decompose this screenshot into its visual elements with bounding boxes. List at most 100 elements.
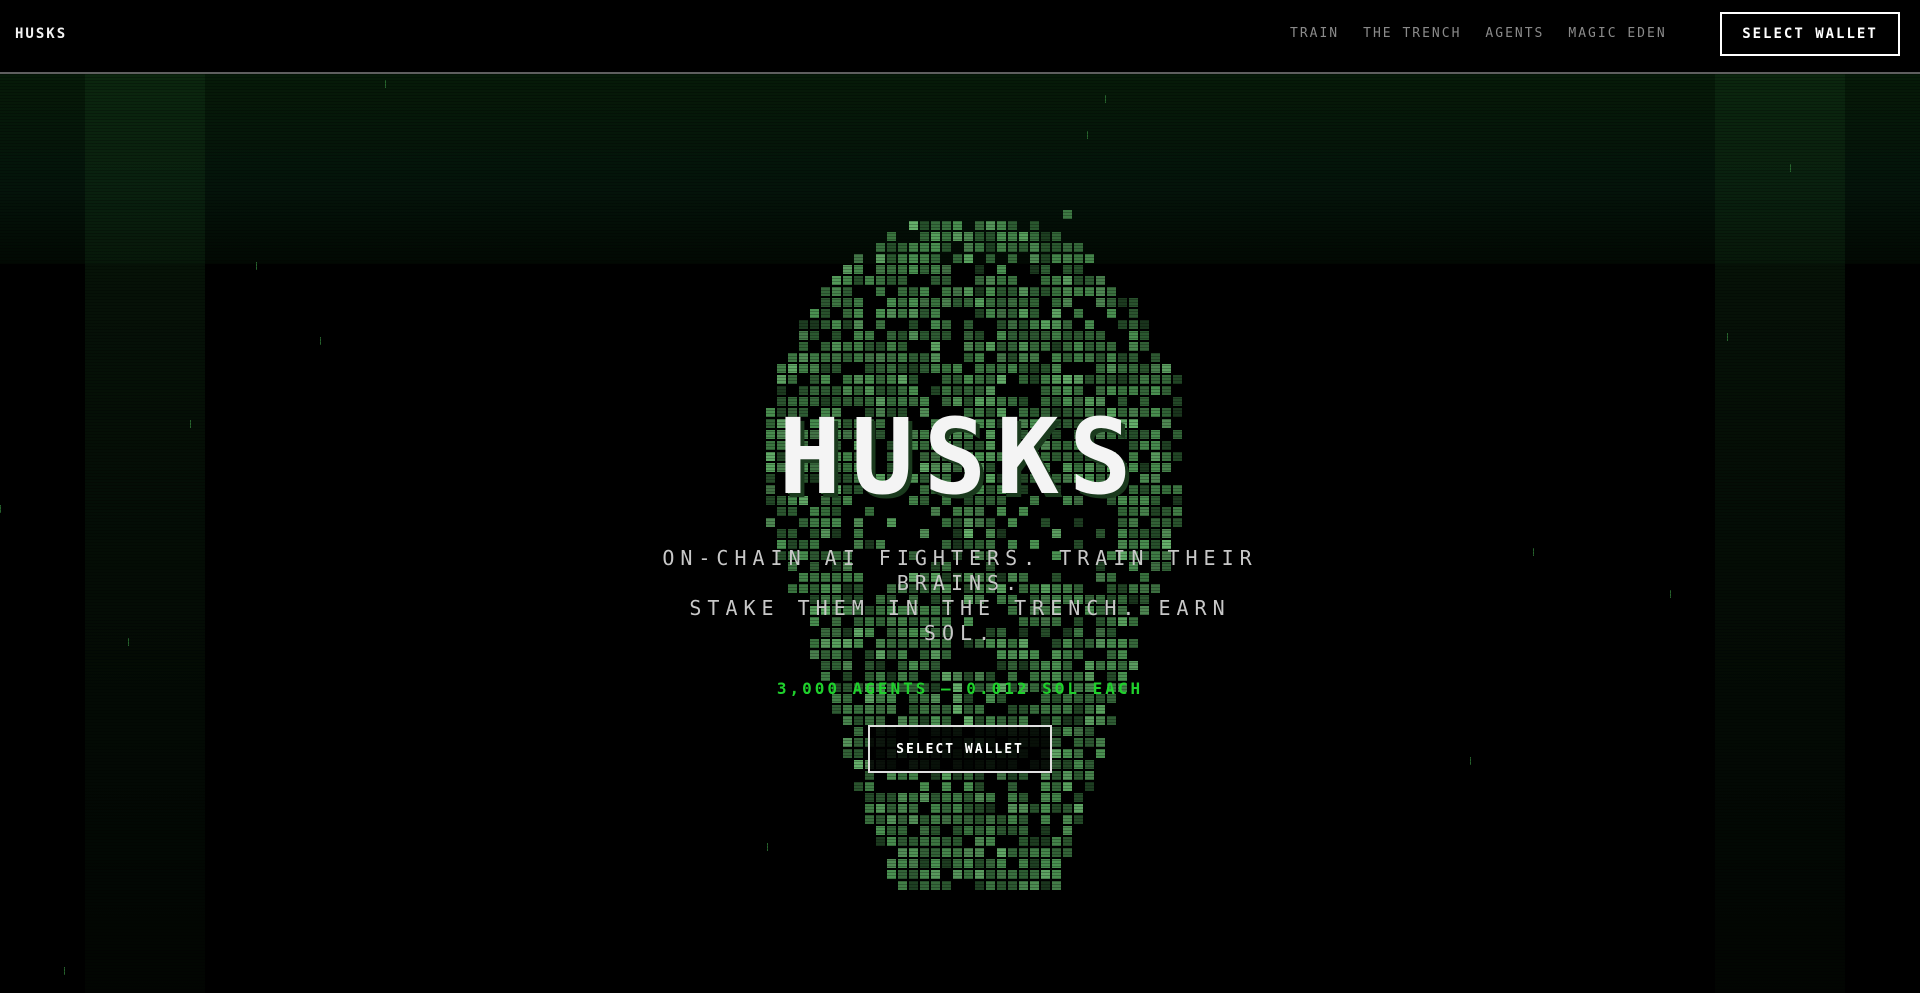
main-nav: TRAIN THE TRENCH AGENTS MAGIC EDEN	[1290, 26, 1667, 41]
skull-pixel	[854, 276, 863, 285]
skull-pixel	[931, 848, 940, 857]
skull-pixel	[1041, 518, 1050, 527]
skull-pixel	[1118, 661, 1127, 670]
skull-pixel	[1030, 364, 1039, 373]
skull-pixel	[1008, 232, 1017, 241]
skull-pixel	[1129, 661, 1138, 670]
skull-pixel	[964, 804, 973, 813]
skull-pixel	[986, 375, 995, 384]
skull-pixel	[1008, 826, 1017, 835]
skull-pixel	[986, 826, 995, 835]
skull-pixel	[854, 518, 863, 527]
skull-pixel	[997, 232, 1006, 241]
skull-pixel	[1074, 760, 1083, 769]
skull-pixel	[1019, 826, 1028, 835]
skull-pixel	[997, 716, 1006, 725]
skull-pixel	[964, 826, 973, 835]
skull-pixel	[931, 276, 940, 285]
skull-pixel	[854, 782, 863, 791]
skull-pixel	[1041, 837, 1050, 846]
skull-pixel	[1107, 650, 1116, 659]
skull-pixel	[876, 353, 885, 362]
brand-logo[interactable]: HUSKS	[15, 26, 67, 42]
skull-pixel	[1008, 650, 1017, 659]
skull-pixel	[1030, 221, 1039, 230]
skull-pixel	[1052, 870, 1061, 879]
skull-pixel	[1074, 738, 1083, 747]
skull-pixel	[1074, 815, 1083, 824]
skull-pixel	[865, 650, 874, 659]
skull-pixel	[1019, 298, 1028, 307]
nav-link-train[interactable]: TRAIN	[1290, 26, 1339, 41]
skull-pixel	[887, 826, 896, 835]
skull-pixel	[1041, 804, 1050, 813]
skull-pixel	[887, 364, 896, 373]
skull-pixel	[1019, 716, 1028, 725]
skull-pixel	[953, 518, 962, 527]
skull-pixel	[1030, 232, 1039, 241]
hero-subtitle-line: STAKE THEM IN THE TRENCH. EARN	[689, 596, 1231, 620]
skull-pixel	[1129, 309, 1138, 318]
skull-pixel	[931, 331, 940, 340]
skull-pixel	[953, 837, 962, 846]
skull-pixel	[843, 342, 852, 351]
skull-pixel	[898, 837, 907, 846]
skull-pixel	[1063, 298, 1072, 307]
select-wallet-button[interactable]: SELECT WALLET	[1720, 12, 1900, 56]
skull-pixel	[931, 342, 940, 351]
skull-pixel	[887, 265, 896, 274]
skull-pixel	[920, 837, 929, 846]
skull-pixel	[865, 793, 874, 802]
skull-pixel	[1063, 716, 1072, 725]
skull-pixel	[1162, 375, 1171, 384]
skull-pixel	[964, 353, 973, 362]
background-speck	[1105, 95, 1106, 103]
skull-pixel	[997, 661, 1006, 670]
skull-pixel	[876, 837, 885, 846]
nav-link-the-trench[interactable]: THE TRENCH	[1363, 26, 1461, 41]
skull-pixel	[942, 298, 951, 307]
skull-pixel	[810, 386, 819, 395]
skull-pixel	[964, 298, 973, 307]
skull-pixel	[865, 804, 874, 813]
skull-pixel	[931, 221, 940, 230]
skull-pixel	[1008, 782, 1017, 791]
skull-pixel	[1008, 298, 1017, 307]
skull-pixel	[1140, 364, 1149, 373]
skull-pixel	[898, 826, 907, 835]
skull-pixel	[1063, 353, 1072, 362]
skull-pixel	[964, 331, 973, 340]
skull-pixel	[1052, 727, 1061, 736]
skull-pixel	[1030, 353, 1039, 362]
skull-pixel	[876, 375, 885, 384]
mint-offer-text: 3,000 AGENTS — 0.012 SOL EACH	[776, 679, 1144, 698]
skull-pixel	[832, 342, 841, 351]
skull-pixel	[788, 353, 797, 362]
skull-pixel	[1107, 309, 1116, 318]
skull-pixel	[876, 650, 885, 659]
hero-select-wallet-button[interactable]: SELECT WALLET	[868, 725, 1052, 773]
skull-pixel	[1085, 375, 1094, 384]
skull-pixel	[953, 221, 962, 230]
skull-pixel	[1008, 254, 1017, 263]
skull-pixel	[1052, 331, 1061, 340]
skull-pixel	[1030, 859, 1039, 868]
skull-pixel	[887, 353, 896, 362]
skull-pixel	[986, 870, 995, 879]
skull-pixel	[964, 848, 973, 857]
skull-pixel	[975, 265, 984, 274]
background-speck	[128, 638, 129, 646]
skull-pixel	[887, 859, 896, 868]
skull-pixel	[810, 518, 819, 527]
skull-pixel	[1030, 870, 1039, 879]
skull-pixel	[1085, 661, 1094, 670]
skull-pixel	[1118, 529, 1127, 538]
skull-pixel	[1041, 375, 1050, 384]
skull-pixel	[997, 309, 1006, 318]
skull-pixel	[953, 705, 962, 714]
nav-link-agents[interactable]: AGENTS	[1485, 26, 1544, 41]
nav-link-magic-eden[interactable]: MAGIC EDEN	[1568, 26, 1666, 41]
skull-pixel	[1162, 529, 1171, 538]
skull-pixel	[1074, 386, 1083, 395]
skull-pixel	[898, 364, 907, 373]
